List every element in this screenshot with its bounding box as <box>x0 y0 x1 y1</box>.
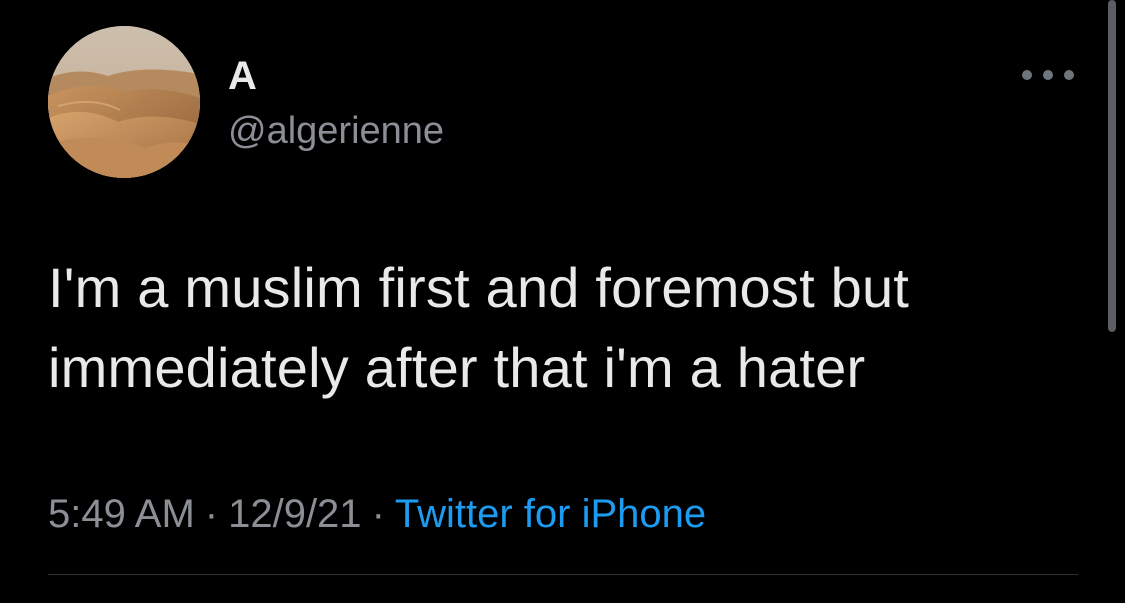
tweet-source-link[interactable]: Twitter for iPhone <box>395 492 706 536</box>
tweet-text-line: I'm a muslim first and foremost but <box>48 256 910 319</box>
tweet-metadata: 5:49 AM · 12/9/21 · Twitter for iPhone <box>48 486 706 542</box>
avatar[interactable] <box>48 26 200 178</box>
display-name[interactable]: A <box>228 52 257 100</box>
more-horizontal-icon <box>1064 70 1074 80</box>
tweet: A @algerienne I'm a muslim first and for… <box>0 0 1125 603</box>
meta-separator: · <box>371 492 385 536</box>
desert-dunes-image <box>48 26 200 178</box>
tweet-time[interactable]: 5:49 AM <box>48 492 195 536</box>
more-options-button[interactable] <box>1022 60 1074 90</box>
scrollbar[interactable] <box>1108 0 1116 332</box>
more-horizontal-icon <box>1022 70 1032 80</box>
divider <box>48 574 1078 575</box>
more-horizontal-icon <box>1043 70 1053 80</box>
tweet-text-line: immediately after that i'm a hater <box>48 336 866 399</box>
user-handle[interactable]: @algerienne <box>228 108 444 154</box>
tweet-text: I'm a muslim first and foremost but imme… <box>48 248 1088 408</box>
tweet-date[interactable]: 12/9/21 <box>228 492 361 536</box>
meta-separator: · <box>204 492 219 536</box>
